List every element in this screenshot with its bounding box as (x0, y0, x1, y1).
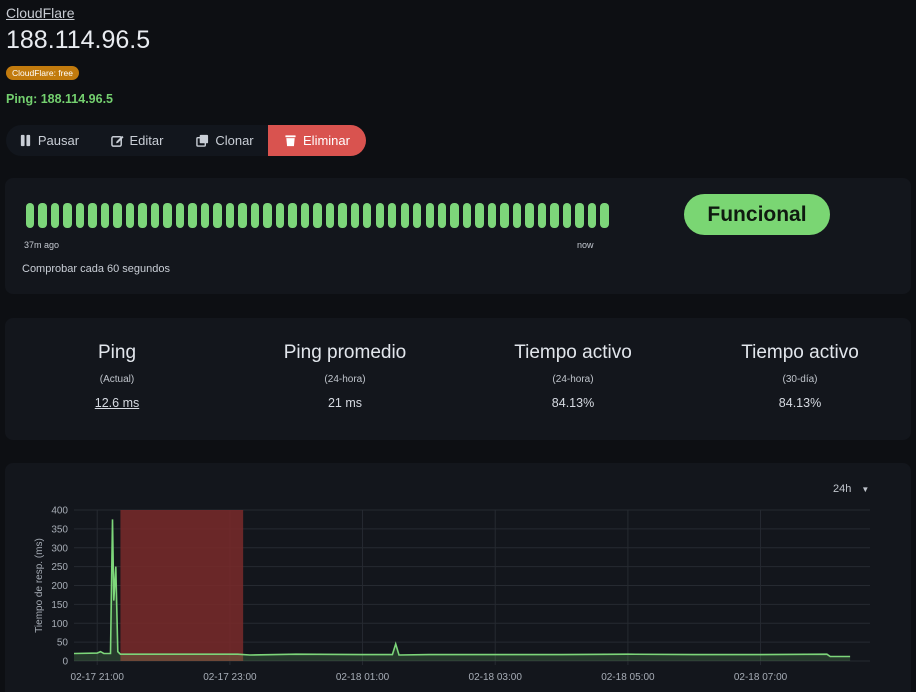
x-tick-label: 02-17 23:00 (203, 672, 257, 683)
x-tick-label: 02-18 05:00 (601, 672, 655, 683)
y-tick-label: 250 (51, 562, 68, 573)
downtime-range (120, 510, 244, 661)
y-tick-label: 50 (57, 638, 69, 649)
y-tick-label: 400 (51, 506, 68, 517)
x-tick-label: 02-18 01:00 (336, 672, 390, 683)
x-tick-label: 02-18 07:00 (734, 672, 788, 683)
response-time-chart: 0 50 100 150 200 250 300 350 400 02-17 21:00 02-17… (34, 506, 870, 683)
y-tick-label: 100 (51, 619, 68, 630)
y-tick-label: 200 (51, 581, 68, 592)
x-tick-label: 02-18 03:00 (469, 672, 523, 683)
y-tick-label: 300 (51, 543, 68, 554)
y-tick-label: 350 (51, 524, 68, 535)
x-tick-label: 02-17 21:00 (71, 672, 125, 683)
y-tick-label: 0 (62, 657, 68, 668)
y-tick-label: 150 (51, 600, 68, 611)
y-axis-label: Tiempo de resp. (ms) (34, 538, 45, 633)
